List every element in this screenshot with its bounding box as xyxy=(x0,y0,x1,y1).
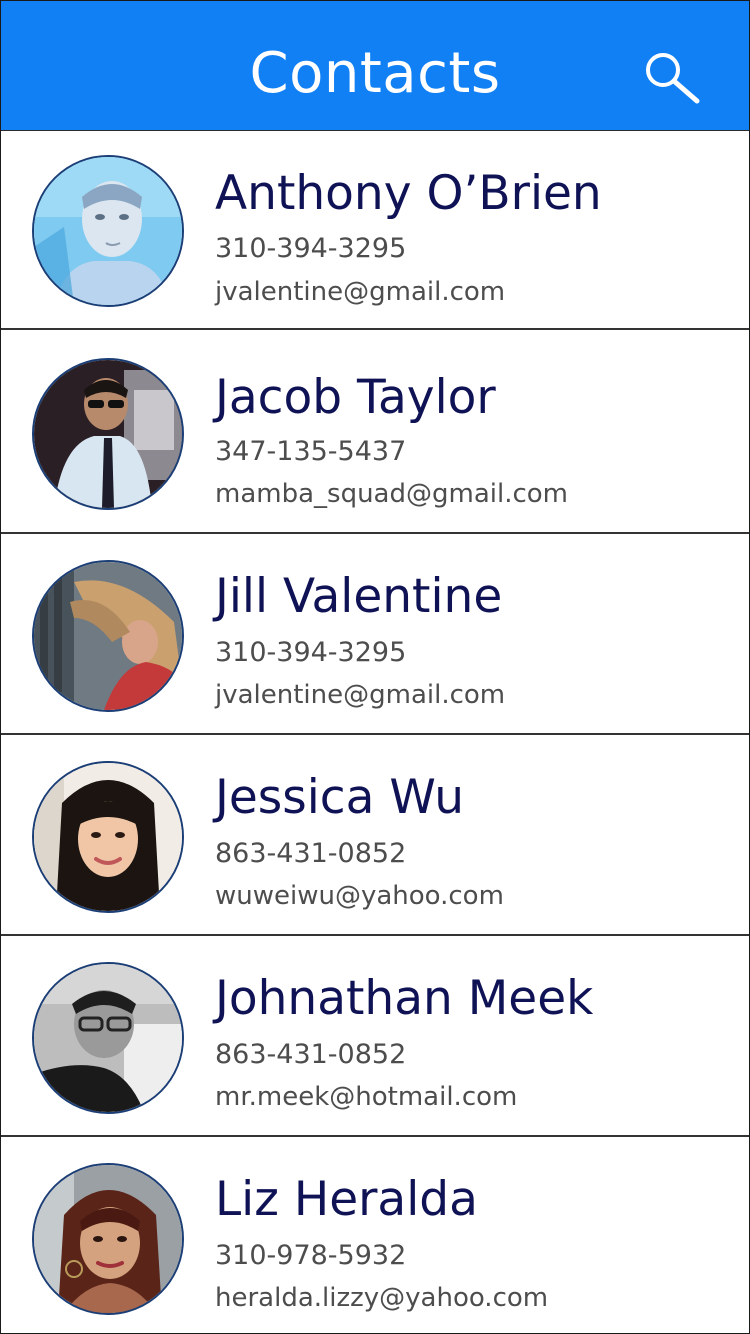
contact-avatar xyxy=(32,761,184,913)
contact-phone: 863-431-0852 xyxy=(215,838,407,869)
contact-phone: 310-394-3295 xyxy=(215,637,407,668)
contact-name: Liz Heralda xyxy=(215,1172,478,1227)
contact-name: Jessica Wu xyxy=(215,770,464,825)
contact-email: wuweiwu@yahoo.com xyxy=(215,881,504,911)
contact-name: Anthony O’Brien xyxy=(215,166,602,221)
contact-list: Anthony O’Brien 310-394-3295 jvalentine@… xyxy=(1,131,749,1333)
contact-row[interactable]: Jill Valentine 310-394-3295 jvalentine@g… xyxy=(1,534,749,735)
contact-name: Jacob Taylor xyxy=(215,370,496,425)
contact-email: mr.meek@hotmail.com xyxy=(215,1082,518,1112)
search-button[interactable] xyxy=(642,51,702,105)
contact-email: heralda.lizzy@yahoo.com xyxy=(215,1283,549,1313)
page-title: Contacts xyxy=(249,41,501,106)
contact-avatar xyxy=(32,1163,184,1315)
contact-phone: 863-431-0852 xyxy=(215,1039,407,1070)
contact-email: jvalentine@gmail.com xyxy=(215,277,506,307)
contact-phone: 310-394-3295 xyxy=(215,233,407,264)
contact-email: jvalentine@gmail.com xyxy=(215,680,506,710)
contact-phone: 347-135-5437 xyxy=(215,436,407,467)
app-header: Contacts xyxy=(1,1,749,131)
contact-avatar xyxy=(32,560,184,712)
contact-avatar xyxy=(32,962,184,1114)
contact-row[interactable]: Jessica Wu 863-431-0852 wuweiwu@yahoo.co… xyxy=(1,735,749,936)
contact-avatar xyxy=(32,358,184,510)
contact-avatar xyxy=(32,155,184,307)
search-icon xyxy=(646,53,700,104)
contact-row[interactable]: Jacob Taylor 347-135-5437 mamba_squad@gm… xyxy=(1,330,749,534)
contact-row[interactable]: Anthony O’Brien 310-394-3295 jvalentine@… xyxy=(1,131,749,330)
contact-name: Johnathan Meek xyxy=(215,971,594,1026)
contact-email: mamba_squad@gmail.com xyxy=(215,479,568,509)
contact-phone: 310-978-5932 xyxy=(215,1240,407,1271)
contact-row[interactable]: Johnathan Meek 863-431-0852 mr.meek@hotm… xyxy=(1,936,749,1137)
app-frame: Contacts Anthony O’Brien 310-394-3295 jv… xyxy=(0,0,750,1334)
contact-row[interactable]: Liz Heralda 310-978-5932 heralda.lizzy@y… xyxy=(1,1137,749,1333)
contact-name: Jill Valentine xyxy=(215,569,503,624)
